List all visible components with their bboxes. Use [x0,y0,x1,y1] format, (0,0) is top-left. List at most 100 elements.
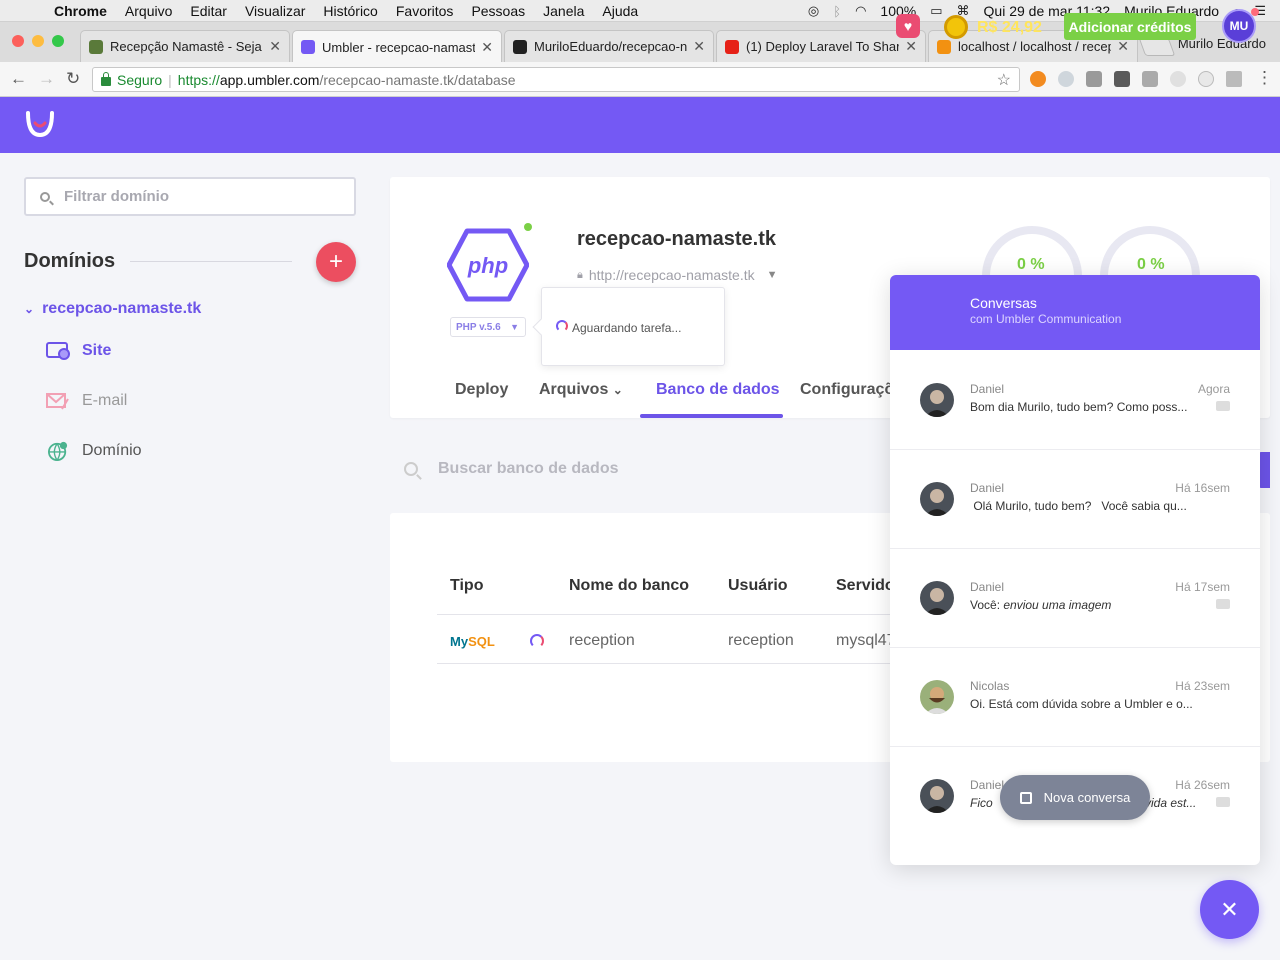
chrome-menu-icon[interactable]: ⋮ [1256,68,1273,88]
domain-item[interactable]: ⌄ recepcao-namaste.tk [24,300,201,318]
umbler-logo-icon[interactable] [24,109,56,137]
camera-icon[interactable] [1142,71,1158,87]
menu-editar[interactable]: Editar [190,3,227,19]
browser-tab[interactable]: (1) Deploy Laravel To Share ✕ [716,30,926,62]
reload-icon[interactable]: ↻ [66,69,80,89]
bluetooth-icon[interactable]: ᛒ [833,4,841,19]
domain-name: recepcao-namaste.tk [42,300,202,317]
chat-subtitle: com Umbler Communication [970,312,1122,326]
tab-banco-de-dados[interactable]: Banco de dados [656,381,780,399]
search-icon [404,462,418,476]
minimize-window-button[interactable] [32,35,44,47]
tab-deploy[interactable]: Deploy [455,381,508,399]
divider [130,261,292,262]
menu-pessoas[interactable]: Pessoas [471,3,525,19]
tab-configuracoes[interactable]: Configuraçõ [800,381,894,399]
browser-tab[interactable]: Recepção Namastê - Seja b ✕ [80,30,290,62]
conversation-item[interactable]: Daniel Há 17sem Você: enviou uma imagem [890,549,1260,648]
active-tab-indicator [640,414,783,418]
tab-title: Recepção Namastê - Seja b [110,39,264,54]
new-tab-button[interactable] [1138,38,1176,56]
browser-toolbar: ← → ↻ Seguro | https://app.umbler.com/re… [0,62,1280,97]
skype-icon[interactable] [1058,71,1074,87]
globe-icon [48,441,68,461]
close-window-button[interactable] [12,35,24,47]
phpmyadmin-favicon-icon [937,39,951,54]
close-chat-button[interactable]: ✕ [1200,880,1259,939]
forward-arrow-icon[interactable]: → [38,69,55,89]
database-search[interactable] [404,460,838,478]
close-tab-icon[interactable]: ✕ [905,38,917,55]
close-tab-icon[interactable]: ✕ [1117,38,1129,55]
new-conversation-label: Nova conversa [1043,790,1131,805]
new-conversation-button[interactable]: Nova conversa [1000,775,1150,820]
site-url-dropdown[interactable]: 🔒︎ http://recepcao-namaste.tk ▼ [577,267,778,283]
close-tab-icon[interactable]: ✕ [269,38,281,55]
menu-arquivo[interactable]: Arquivo [125,3,172,19]
chevron-down-icon: ⌄ [612,383,623,397]
menu-ajuda[interactable]: Ajuda [602,3,638,19]
sidebar-item-domain[interactable]: Domínio [46,441,142,461]
filter-domain-field[interactable] [24,177,356,216]
extension-icon[interactable] [1030,71,1046,87]
conversation-item[interactable]: Daniel Há 16sem Olá Murilo, tudo bem? Vo… [890,450,1260,549]
database-server: mysql47 [836,632,890,649]
pocket-icon[interactable] [1114,71,1130,87]
menu-historico[interactable]: Histórico [323,3,377,19]
browser-tab[interactable]: MuriloEduardo/recepcao-na ✕ [504,30,714,62]
zoom-window-button[interactable] [52,35,64,47]
browser-tab-active[interactable]: Umbler - recepcao-namaste ✕ [292,30,502,63]
address-bar[interactable]: Seguro | https://app.umbler.com/recepcao… [92,67,1020,92]
wifi-icon[interactable]: ◠ [855,3,866,19]
creative-cloud-icon[interactable]: ◎ [808,3,819,19]
avatar [920,383,954,417]
battery-icon[interactable]: ▭ [930,3,942,19]
sidebar-item-email[interactable]: E-mail [46,391,127,411]
menu-chrome[interactable]: Chrome [54,3,107,19]
php-version-select[interactable]: PHP v.5.6 ▼ [450,317,526,337]
conversation-item[interactable]: Nicolas Há 23sem Oi. Está com dúvida sob… [890,648,1260,747]
site-icon [46,342,70,360]
filter-domain-input[interactable] [64,188,324,205]
url-host: app.umbler.com [219,71,320,88]
menu-favoritos[interactable]: Favoritos [396,3,454,19]
database-search-input[interactable] [438,460,838,478]
tab-arquivos[interactable]: Arquivos ⌄ [539,381,623,399]
sender-name: Nicolas [970,679,1010,693]
menu-janela[interactable]: Janela [543,3,584,19]
table-divider [437,614,907,615]
conversation-item[interactable]: Daniel Agora Bom dia Murilo, tudo bem? C… [890,351,1260,450]
add-credits-button[interactable]: Adicionar créditos [1064,13,1196,40]
heart-icon[interactable]: ♥ [896,14,920,38]
back-arrow-icon[interactable]: ← [10,69,27,89]
sender-name: Daniel [970,580,1005,594]
message-preview: Olá Murilo, tudo bem? Você sabia qu... [970,499,1187,513]
close-tab-icon[interactable]: ✕ [481,39,493,56]
message-time: Há 17sem [1175,580,1230,594]
extension-icon[interactable] [1198,71,1214,87]
vue-devtools-icon[interactable] [1226,71,1242,87]
mysql-logo-icon: MySQL [450,634,495,649]
message-time: Há 16sem [1175,481,1230,495]
add-domain-button[interactable]: + [316,242,356,282]
chat-bubble-icon [1216,401,1230,411]
sidebar-item-label: E-mail [82,392,128,409]
youtube-favicon-icon [725,39,739,54]
tab-title: MuriloEduardo/recepcao-na [534,39,688,54]
url-protocol: https:// [177,71,220,88]
database-user: reception [728,632,794,649]
tab-title: (1) Deploy Laravel To Share [746,39,900,54]
email-icon [46,393,69,410]
menu-visualizar[interactable]: Visualizar [245,3,305,19]
chat-bubble-icon [1216,599,1230,609]
php-logo-icon: php [447,228,529,302]
bookmark-star-icon[interactable]: ☆ [997,70,1011,90]
message-preview: Você: enviou uma imagem [970,598,1206,612]
close-tab-icon[interactable]: ✕ [693,38,705,55]
extension-icon[interactable] [1086,71,1102,87]
database-name: reception [569,632,635,649]
tab-label: Arquivos [539,381,609,398]
table-divider [437,663,907,664]
extension-icon[interactable] [1170,71,1186,87]
sidebar-item-site[interactable]: Site [46,341,111,361]
